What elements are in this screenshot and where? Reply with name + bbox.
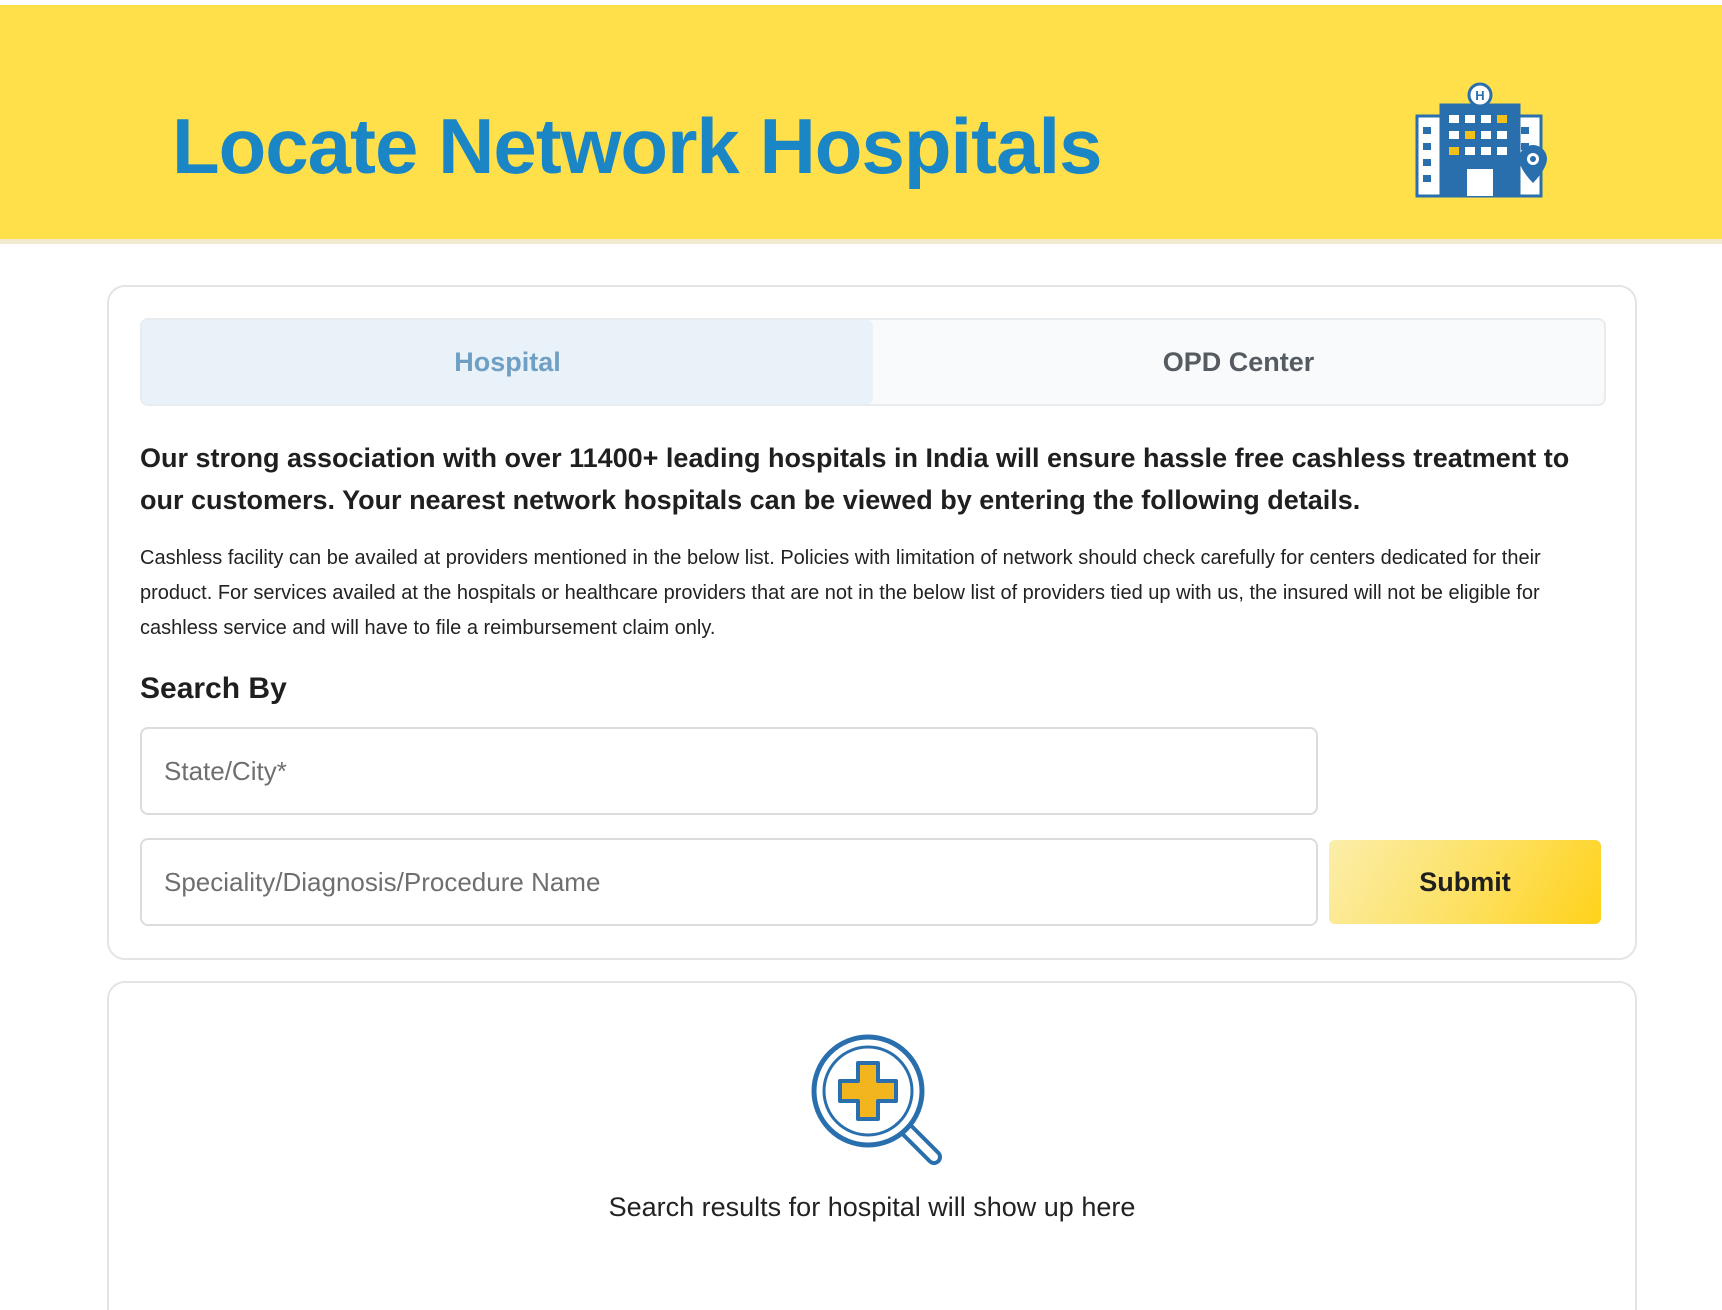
intro-lead-text: Our strong association with over 11400+ … [140, 443, 1570, 515]
medical-search-icon [811, 1034, 942, 1165]
cashless-note-text: Cashless facility can be availed at prov… [140, 547, 1541, 639]
tab-opd-center[interactable]: OPD Center [873, 320, 1604, 404]
speciality-input[interactable] [140, 838, 1318, 926]
page-title: Locate Network Hospitals [172, 102, 1103, 190]
state-city-input[interactable] [140, 727, 1318, 815]
page-banner: Locate Network Hospitals H [0, 0, 1722, 244]
search-form-card: Hospital OPD Center Our strong associati… [107, 285, 1637, 960]
results-card: Search results for hospital will show up… [107, 981, 1637, 1310]
tab-bar: Hospital OPD Center [140, 318, 1606, 406]
svg-text:H: H [1475, 88, 1484, 103]
results-empty-text: Search results for hospital will show up… [608, 1192, 1136, 1222]
submit-button[interactable]: Submit [1329, 840, 1601, 924]
hospital-building-location-icon: H [1415, 82, 1547, 198]
search-by-heading: Search By [140, 672, 287, 705]
tab-hospital[interactable]: Hospital [142, 320, 873, 404]
